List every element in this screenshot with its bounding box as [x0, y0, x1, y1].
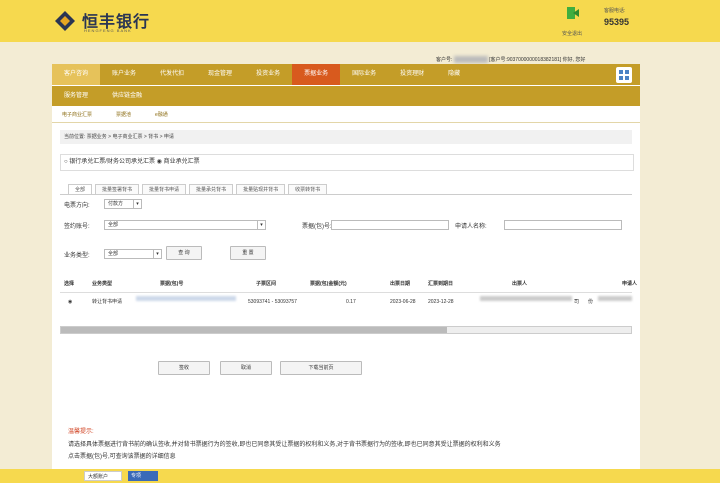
row-amount: 0.17 — [346, 299, 356, 305]
taskbar-item-2[interactable]: 专项 — [128, 471, 158, 481]
sub-nav: 电子商业汇票 票据池 e融通 — [52, 107, 640, 123]
query-button[interactable]: 查 询 — [166, 246, 202, 260]
exit-link[interactable]: 安全退出 — [562, 30, 582, 37]
account-select[interactable]: 全部 ▾ — [104, 220, 266, 230]
chevron-down-icon: ▾ — [257, 221, 265, 229]
radio-commercial-bill[interactable]: ◉ — [157, 159, 162, 165]
hotline-number: 95395 — [604, 17, 630, 27]
primary-nav: 客户咨询 账户业务 代发代扣 现金管理 投资业务 票据业务 国际业务 投资理财 … — [52, 64, 640, 85]
nav-bill[interactable]: 票据业务 — [292, 64, 341, 85]
bill-direction-value: 付款方 — [108, 201, 124, 207]
nav-intl[interactable]: 国际业务 — [340, 64, 388, 85]
cancel-button[interactable]: 取消 — [220, 361, 272, 375]
bill-no-input[interactable] — [331, 220, 449, 230]
taskbar-item-1[interactable]: 大额账户 — [84, 471, 122, 481]
col-applicant: 申请人 — [622, 281, 638, 287]
user-info: 客户号: [客户号:9037000000018382181] 你好, 您好 — [436, 56, 586, 64]
exit-icon[interactable] — [566, 6, 580, 20]
applicant-label: 申请人名称: — [455, 224, 487, 230]
radio-bank-bill[interactable]: ○ — [64, 159, 68, 165]
breadcrumb: 当前位置: 票据业务 > 电子商业汇票 > 背书 > 申请 — [60, 130, 632, 144]
bank-name-en: HENGFENG BANK — [84, 28, 132, 33]
download-page-button[interactable]: 下载当前页 — [280, 361, 362, 375]
redacted-user — [453, 56, 488, 64]
bill-category-radio-group: ○ 银行承兑汇票/财务公司承兑汇票 ◉ 商业承兑汇票 — [60, 154, 634, 171]
tab-divider — [60, 194, 632, 195]
radio-commercial-bill-label: 商业承兑汇票 — [163, 159, 200, 165]
row-due-date: 2023-12-28 — [428, 299, 454, 305]
chevron-down-icon: ▾ — [133, 200, 141, 208]
scroll-thumb[interactable] — [61, 327, 447, 333]
user-info-label: 客户号: — [436, 57, 453, 63]
radio-bank-bill-label: 银行承兑汇票/财务公司承兑汇票 — [69, 159, 155, 165]
col-biz-type: 业务类型 — [92, 281, 113, 287]
row-biz-type: 转让背书申请 — [92, 299, 123, 305]
table-divider — [60, 292, 632, 293]
nav-payroll[interactable]: 代发代扣 — [148, 64, 196, 85]
user-info-text: [客户号:9037000000018382181] 你好, 您好 — [489, 57, 586, 63]
warning-line-1: 请选择具体票据进行背书前的确认签收,并对背书票据行为的签收,即也已同意其受让票据… — [68, 442, 501, 448]
subnav-bill-pool[interactable]: 票据池 — [106, 107, 145, 122]
warning-title: 温馨提示: — [68, 429, 94, 435]
nav-wealth[interactable]: 投资理财 — [388, 64, 436, 85]
reset-button[interactable]: 重 置 — [230, 246, 266, 260]
biz-type-select[interactable]: 全部 ▾ — [104, 249, 162, 259]
secondary-nav: 服务管理 供应链金融 — [52, 86, 640, 106]
nav-hide[interactable]: 隐藏 — [436, 64, 472, 85]
nav-supply-chain[interactable]: 供应链金融 — [100, 86, 154, 106]
table-horizontal-scrollbar[interactable] — [60, 326, 632, 334]
nav-invest[interactable]: 投资业务 — [244, 64, 292, 85]
hide-label: 隐藏 — [448, 71, 461, 77]
row-issue-date: 2023-06-28 — [390, 299, 416, 305]
table-header: 选择 业务类型 票据(包)号 子票区间 票据(包)金额(元) 出票日期 汇票到期… — [60, 278, 640, 290]
col-drawer: 出票人 — [512, 281, 528, 287]
bill-direction-label: 电票方向: — [64, 203, 90, 209]
row-applicant-suffix: 份 — [588, 299, 594, 305]
subnav-ecd[interactable]: 电子商业汇票 — [52, 107, 106, 122]
row-sub-range: 53093741 - 53093757 — [248, 299, 297, 305]
nav-cash-mgmt[interactable]: 现金管理 — [196, 64, 244, 85]
col-select: 选择 — [64, 281, 75, 287]
row-drawer-suffix: 司 — [574, 299, 580, 305]
bank-logo-icon — [55, 11, 75, 31]
chevron-down-icon: ▾ — [153, 250, 161, 258]
hotline-label: 客服电话: — [604, 8, 626, 14]
grid-menu-icon[interactable] — [616, 67, 632, 83]
nav-service-mgmt[interactable]: 服务管理 — [52, 86, 100, 106]
col-bill-no: 票据(包)号 — [160, 281, 184, 287]
bill-direction-select[interactable]: 付款方 ▾ — [104, 199, 142, 209]
redacted-bill-no[interactable] — [136, 296, 236, 301]
subnav-erong[interactable]: e融通 — [145, 107, 182, 122]
col-due-date: 汇票到期日 — [428, 281, 454, 287]
warning-line-2: 点击票据(包)号,可查询该票据的详细信息 — [68, 454, 176, 460]
nav-customer-consult[interactable]: 客户咨询 — [52, 64, 101, 85]
redacted-drawer — [480, 296, 572, 301]
biz-type-label: 业务类型: — [64, 253, 90, 259]
col-amount: 票据(包)金额(元) — [310, 281, 347, 287]
row-radio[interactable]: ◉ — [68, 296, 72, 308]
bill-no-label: 票据(包)号: — [302, 224, 332, 230]
col-sub-range: 子票区间 — [256, 281, 277, 287]
applicant-input[interactable] — [504, 220, 622, 230]
redacted-applicant — [598, 296, 632, 301]
main-panel: 客户咨询 账户业务 代发代扣 现金管理 投资业务 票据业务 国际业务 投资理财 … — [52, 64, 640, 469]
account-value: 全部 — [108, 222, 119, 228]
col-issue-date: 出票日期 — [390, 281, 411, 287]
account-label: 签约账号: — [64, 224, 90, 230]
table-row[interactable]: ◉ 转让背书申请 53093741 - 53093757 0.17 2023-0… — [60, 296, 640, 308]
biz-type-value: 全部 — [108, 251, 119, 257]
top-header: 恒丰银行 HENGFENG BANK 安全退出 客服电话: 95395 — [0, 0, 720, 42]
sign-button[interactable]: 签收 — [158, 361, 210, 375]
bottom-taskbar: 大额账户 专项 — [0, 469, 720, 483]
nav-account[interactable]: 账户业务 — [100, 64, 148, 85]
